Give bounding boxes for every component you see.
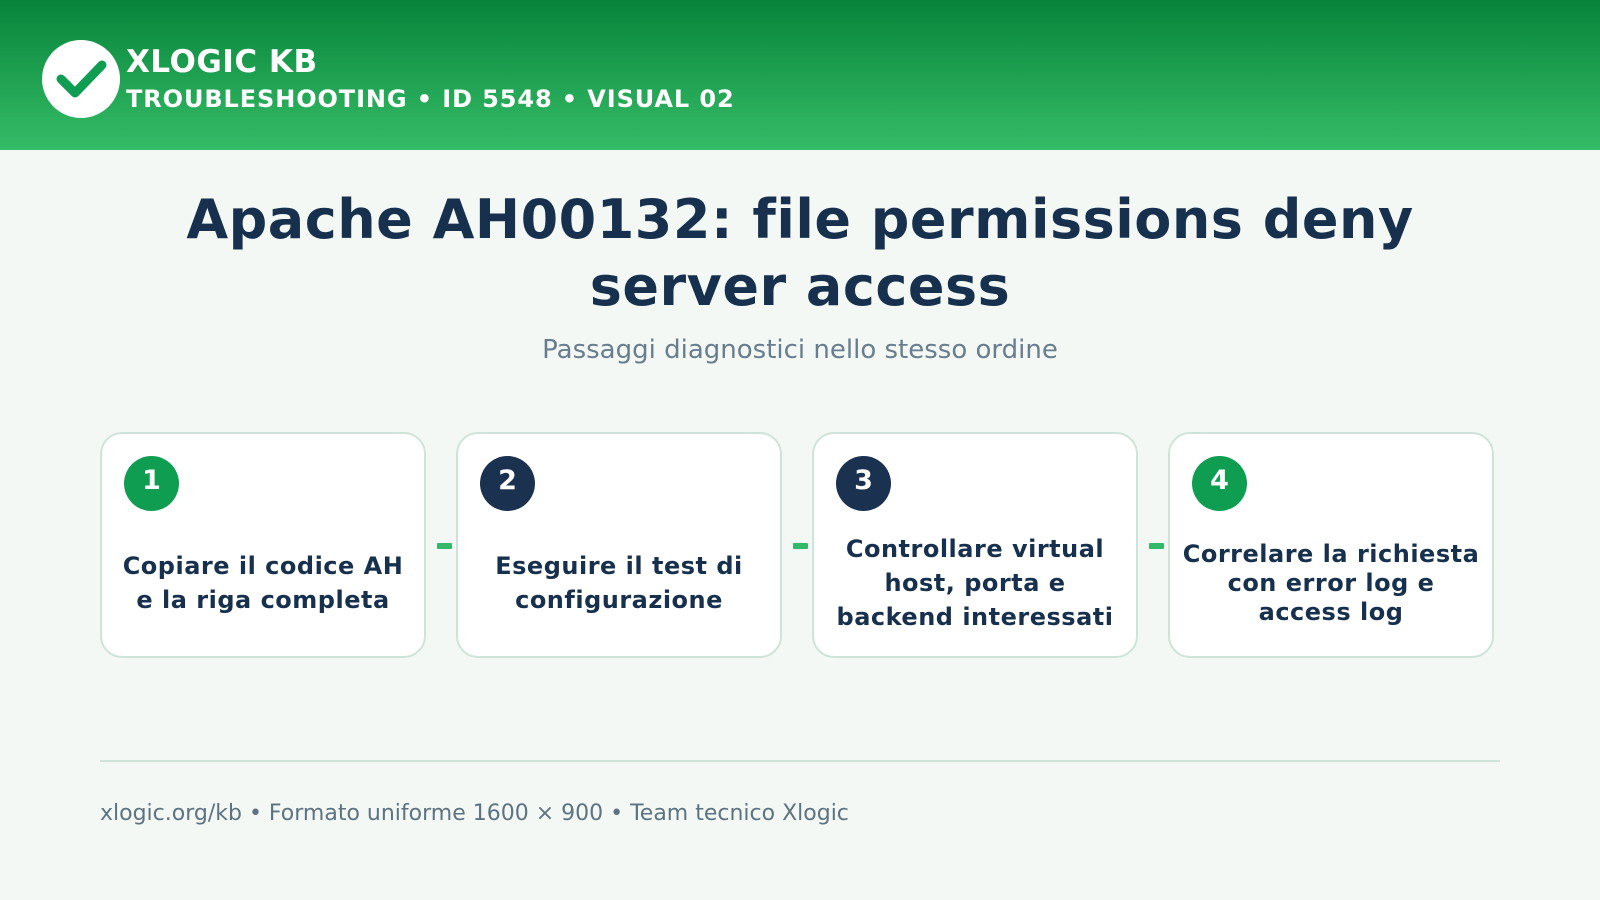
step-text: Correlare la richiesta con error log e a… [1182, 539, 1480, 626]
step-number-badge: 1 [124, 456, 179, 511]
step-card-4: 4 Correlare la richiesta con error log e… [1168, 432, 1494, 658]
brand-name: XLOGIC KB [126, 44, 318, 80]
step-connector [1149, 543, 1164, 549]
step-number-badge: 3 [836, 456, 891, 511]
step-connector [437, 543, 452, 549]
page-title: Apache AH00132: file permissions deny se… [186, 188, 1414, 318]
step-text: Eseguire il test di configurazione [495, 552, 743, 614]
header-tagline: TROUBLESHOOTING • ID 5548 • VISUAL 02 [126, 85, 735, 113]
step-text: Copiare il codice AH e la riga completa [122, 552, 404, 614]
step-card-3: 3 Controllare virtual host, porta e back… [812, 432, 1138, 658]
step-connector [793, 543, 808, 549]
footer-text: xlogic.org/kb • Formato uniforme 1600 × … [100, 801, 849, 826]
step-card-1: 1 Copiare il codice AH e la riga complet… [100, 432, 426, 658]
footer-divider [100, 760, 1500, 762]
step-number-badge: 4 [1192, 456, 1247, 511]
step-card-2: 2 Eseguire il test di configurazione [456, 432, 782, 658]
step-number-badge: 2 [480, 456, 535, 511]
page-subtitle: Passaggi diagnostici nello stesso ordine [542, 335, 1058, 365]
step-text: Controllare virtual host, porta e backen… [836, 535, 1114, 631]
header-banner: XLOGIC KB TROUBLESHOOTING • ID 5548 • VI… [0, 0, 1600, 150]
checkmark-icon [42, 40, 120, 118]
